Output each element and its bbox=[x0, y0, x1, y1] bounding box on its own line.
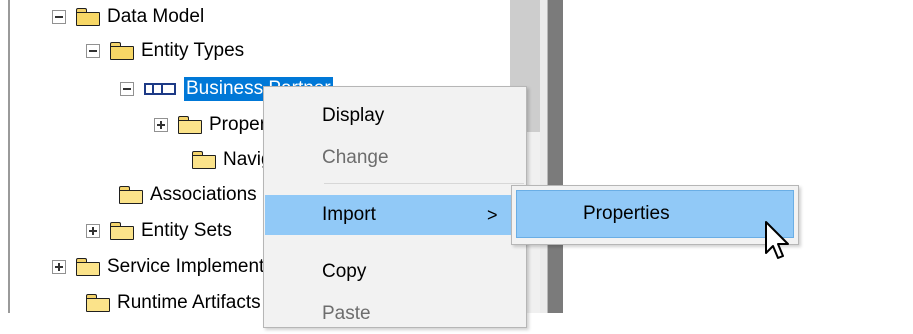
menu-item-label: Paste bbox=[322, 303, 371, 324]
detail-pane bbox=[563, 0, 913, 313]
tree-node-data-model[interactable]: Data Model bbox=[52, 2, 204, 32]
tree-node-entity-types[interactable]: Entity Types bbox=[86, 36, 244, 66]
expand-icon[interactable] bbox=[86, 224, 100, 238]
menu-item-label: Display bbox=[322, 105, 385, 126]
folder-open-icon bbox=[76, 8, 100, 26]
expand-icon[interactable] bbox=[52, 260, 66, 274]
menu-item-label: Change bbox=[322, 147, 389, 168]
tree-node-label: Entity Types bbox=[141, 40, 245, 61]
pane-splitter[interactable] bbox=[548, 0, 563, 313]
tree-node-label: Runtime Artifacts bbox=[117, 292, 261, 313]
tree-left-border bbox=[8, 0, 10, 313]
submenu-item-properties[interactable]: Properties bbox=[516, 190, 794, 238]
folder-icon bbox=[192, 151, 216, 169]
menu-separator bbox=[324, 183, 524, 184]
folder-icon bbox=[76, 258, 100, 276]
folder-open-icon bbox=[110, 42, 134, 60]
tree-node-label: Data Model bbox=[107, 6, 205, 27]
submenu-item-label: Properties bbox=[583, 203, 670, 224]
tree-node-associations[interactable]: Associations bbox=[119, 180, 257, 210]
menu-item-label: Import bbox=[322, 204, 376, 225]
folder-icon bbox=[119, 186, 143, 204]
menu-item-display[interactable]: Display bbox=[265, 96, 525, 136]
pane-splitter-track bbox=[540, 0, 547, 313]
expand-icon[interactable] bbox=[154, 118, 168, 132]
tree-node-runtime-artifacts[interactable]: Runtime Artifacts bbox=[86, 288, 261, 313]
submenu-chevron-icon: > bbox=[487, 205, 498, 225]
mouse-cursor-icon bbox=[765, 221, 789, 259]
entity-type-icon bbox=[144, 83, 176, 95]
menu-item-paste[interactable]: Paste bbox=[265, 294, 525, 334]
folder-icon bbox=[178, 116, 202, 134]
menu-item-label: Copy bbox=[322, 261, 367, 282]
collapse-icon[interactable] bbox=[120, 82, 134, 96]
import-submenu: Properties bbox=[511, 185, 799, 245]
collapse-icon[interactable] bbox=[86, 44, 100, 58]
folder-icon bbox=[86, 294, 110, 312]
tree-node-label: Entity Sets bbox=[141, 220, 232, 241]
menu-item-import[interactable]: Import > bbox=[265, 195, 525, 235]
context-menu: Display Change Import > Copy Paste bbox=[263, 86, 527, 328]
menu-item-change[interactable]: Change bbox=[265, 138, 525, 178]
folder-icon bbox=[110, 222, 134, 240]
tree-node-label: Associations bbox=[150, 184, 257, 205]
menu-item-copy[interactable]: Copy bbox=[265, 252, 525, 292]
tree-node-entity-sets[interactable]: Entity Sets bbox=[86, 216, 232, 246]
collapse-icon[interactable] bbox=[52, 10, 66, 24]
